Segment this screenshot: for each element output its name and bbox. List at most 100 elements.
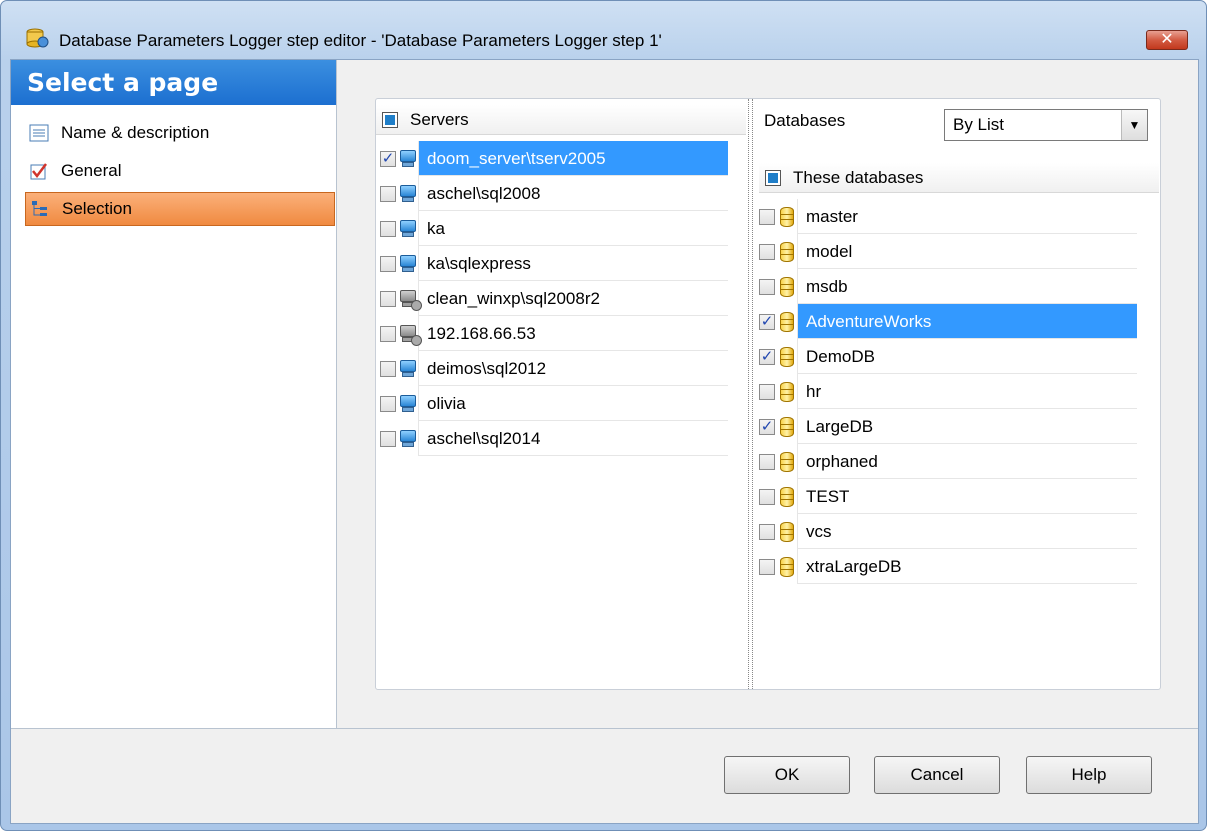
server-name[interactable]: doom_server\tserv2005 <box>418 141 728 176</box>
server-row[interactable]: clean_winxp\sql2008r2 <box>380 281 728 316</box>
database-row[interactable]: xtraLargeDB <box>759 549 1137 584</box>
server-checkbox[interactable] <box>380 255 396 272</box>
server-online-icon <box>398 392 418 416</box>
database-row[interactable]: master <box>759 199 1137 234</box>
servers-header[interactable]: Servers <box>376 105 746 135</box>
server-row[interactable]: ka <box>380 211 728 246</box>
sidebar-item-name-description[interactable]: Name & description <box>25 116 335 150</box>
database-checkbox[interactable]: ✓ <box>759 418 775 435</box>
panel-splitter[interactable] <box>748 99 753 689</box>
databases-mode-select[interactable]: By List ▼ <box>944 109 1148 141</box>
database-name[interactable]: msdb <box>797 269 1137 304</box>
database-name[interactable]: DemoDB <box>797 339 1137 374</box>
database-row[interactable]: ✓ AdventureWorks <box>759 304 1137 339</box>
database-icon <box>777 205 797 229</box>
database-logger-app-icon <box>26 28 49 48</box>
database-icon <box>777 275 797 299</box>
database-name[interactable]: xtraLargeDB <box>797 549 1137 584</box>
server-checkbox[interactable] <box>380 325 396 342</box>
server-name[interactable]: olivia <box>418 386 728 421</box>
sidebar-item-selection[interactable]: Selection <box>25 192 335 226</box>
database-name[interactable]: LargeDB <box>797 409 1137 444</box>
databases-select-all-checkbox[interactable] <box>765 169 781 186</box>
server-online-icon <box>398 147 418 171</box>
database-checkbox[interactable]: ✓ <box>759 313 775 330</box>
database-row[interactable]: hr <box>759 374 1137 409</box>
database-name[interactable]: orphaned <box>797 444 1137 479</box>
server-name[interactable]: clean_winxp\sql2008r2 <box>418 281 728 316</box>
database-row[interactable]: model <box>759 234 1137 269</box>
database-row[interactable]: ✓ LargeDB <box>759 409 1137 444</box>
database-row[interactable]: msdb <box>759 269 1137 304</box>
database-name[interactable]: model <box>797 234 1137 269</box>
database-name[interactable]: AdventureWorks <box>797 304 1137 339</box>
database-checkbox[interactable]: ✓ <box>759 348 775 365</box>
database-checkbox[interactable] <box>759 488 775 505</box>
database-checkbox[interactable] <box>759 523 775 540</box>
cancel-button[interactable]: Cancel <box>874 756 1000 794</box>
server-row[interactable]: aschel\sql2008 <box>380 176 728 211</box>
server-offline-icon <box>398 287 422 311</box>
server-name[interactable]: ka\sqlexpress <box>418 246 728 281</box>
selection-panel: Servers ✓ doom_server\tserv2005 aschel\sql… <box>375 98 1161 690</box>
database-name[interactable]: vcs <box>797 514 1137 549</box>
database-icon <box>777 240 797 264</box>
database-icon <box>777 415 797 439</box>
database-icon <box>777 380 797 404</box>
server-checkbox[interactable]: ✓ <box>380 150 396 167</box>
database-icon <box>777 345 797 369</box>
server-checkbox[interactable] <box>380 395 396 412</box>
servers-select-all-checkbox[interactable] <box>382 111 398 128</box>
database-checkbox[interactable] <box>759 558 775 575</box>
databases-header-label: These databases <box>793 167 924 187</box>
server-checkbox[interactable] <box>380 290 396 307</box>
server-row[interactable]: deimos\sql2012 <box>380 351 728 386</box>
help-button[interactable]: Help <box>1026 756 1152 794</box>
dialog-client-area: Select a page Name & description General <box>10 59 1199 824</box>
database-icon <box>777 450 797 474</box>
server-row[interactable]: 192.168.66.53 <box>380 316 728 351</box>
database-row[interactable]: TEST <box>759 479 1137 514</box>
database-checkbox[interactable] <box>759 208 775 225</box>
close-button[interactable]: ✕ <box>1146 30 1188 50</box>
databases-mode-value: By List <box>953 115 1005 134</box>
server-row[interactable]: aschel\sql2014 <box>380 421 728 456</box>
chevron-down-icon[interactable]: ▼ <box>1121 110 1147 140</box>
database-name[interactable]: hr <box>797 374 1137 409</box>
server-name[interactable]: ka <box>418 211 728 246</box>
database-icon <box>777 485 797 509</box>
database-name[interactable]: master <box>797 199 1137 234</box>
server-checkbox[interactable] <box>380 430 396 447</box>
server-checkbox[interactable] <box>380 220 396 237</box>
title-bar[interactable]: Database Parameters Logger step editor -… <box>1 1 1206 53</box>
database-row[interactable]: orphaned <box>759 444 1137 479</box>
sidebar-item-general[interactable]: General <box>25 154 335 188</box>
database-row[interactable]: ✓ DemoDB <box>759 339 1137 374</box>
server-online-icon <box>398 357 418 381</box>
database-checkbox[interactable] <box>759 243 775 260</box>
database-checkbox[interactable] <box>759 278 775 295</box>
database-checkbox[interactable] <box>759 453 775 470</box>
server-name[interactable]: aschel\sql2008 <box>418 176 728 211</box>
server-row[interactable]: ka\sqlexpress <box>380 246 728 281</box>
sidebar-header: Select a page <box>11 60 336 105</box>
database-row[interactable]: vcs <box>759 514 1137 549</box>
server-row[interactable]: olivia <box>380 386 728 421</box>
server-checkbox[interactable] <box>380 185 396 202</box>
server-checkbox[interactable] <box>380 360 396 377</box>
list-icon <box>29 124 49 142</box>
database-checkbox[interactable] <box>759 383 775 400</box>
server-name[interactable]: 192.168.66.53 <box>418 316 728 351</box>
server-offline-icon <box>398 322 422 346</box>
sidebar-item-label: Selection <box>62 199 132 218</box>
server-row[interactable]: ✓ doom_server\tserv2005 <box>380 141 728 176</box>
databases-header[interactable]: These databases <box>759 163 1159 193</box>
ok-button[interactable]: OK <box>724 756 850 794</box>
server-name[interactable]: deimos\sql2012 <box>418 351 728 386</box>
database-icon <box>777 310 797 334</box>
window-title: Database Parameters Logger step editor -… <box>59 31 662 50</box>
database-icon <box>777 520 797 544</box>
databases-filter: Databases <box>764 111 845 131</box>
server-name[interactable]: aschel\sql2014 <box>418 421 728 456</box>
database-name[interactable]: TEST <box>797 479 1137 514</box>
